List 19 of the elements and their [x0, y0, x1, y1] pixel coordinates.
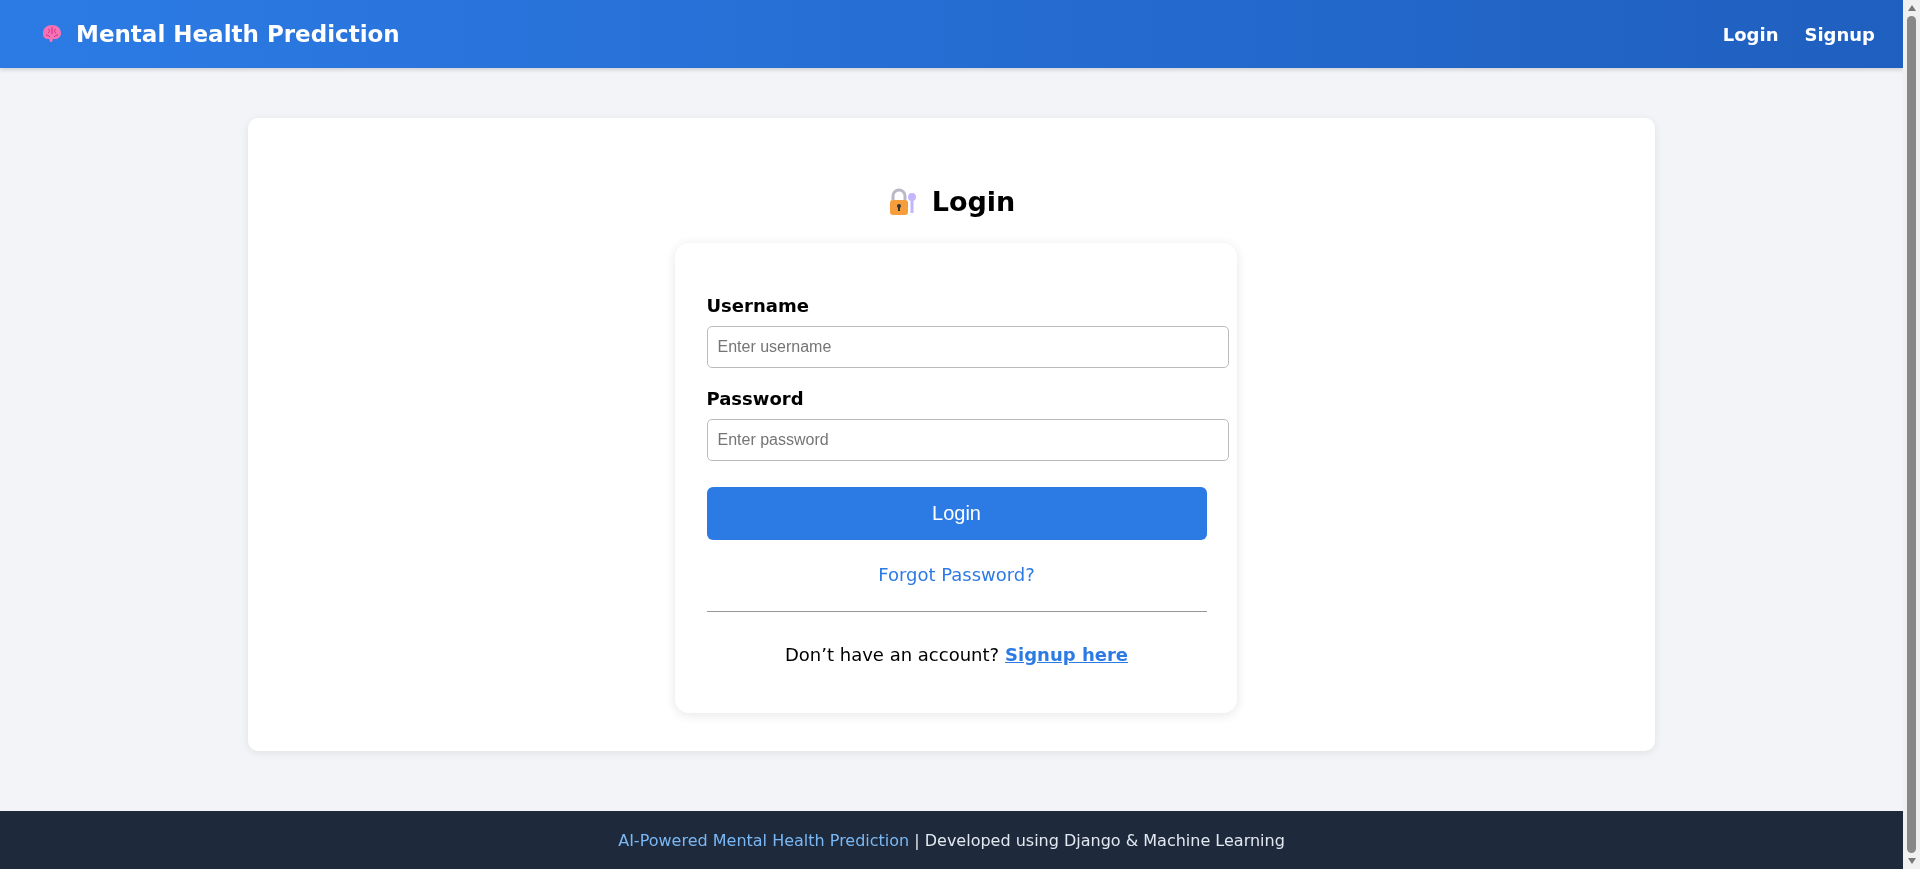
input-field[interactable]: Enter username	[706, 326, 1229, 368]
lock-icon	[887, 186, 918, 217]
nav-link[interactable]: Login	[1722, 23, 1779, 45]
brain-icon	[40, 24, 64, 44]
signup-link[interactable]: Signup here	[1005, 644, 1128, 665]
login-button[interactable]: Login	[706, 487, 1207, 540]
footer-tagline: AI-Powered Mental Health Prediction	[618, 830, 910, 850]
input-field[interactable]: Enter password	[706, 419, 1229, 461]
forgot-password-link[interactable]: Forgot Password?	[878, 564, 1035, 585]
scroll-down-icon[interactable]	[1906, 856, 1917, 866]
brand-title: Mental Health Prediction	[76, 21, 400, 47]
scroll-up-icon[interactable]	[1906, 3, 1917, 13]
nav-link[interactable]: Signup	[1804, 23, 1875, 45]
login-title: Login	[931, 186, 1016, 217]
signup-prompt: Don’t have an account?	[785, 644, 1000, 665]
field-label: Password	[706, 388, 805, 409]
footer-text: | Developed using Django & Machine Learning	[914, 830, 1285, 850]
scrollbar[interactable]	[1903, 0, 1920, 869]
field-label: Username	[706, 295, 810, 316]
